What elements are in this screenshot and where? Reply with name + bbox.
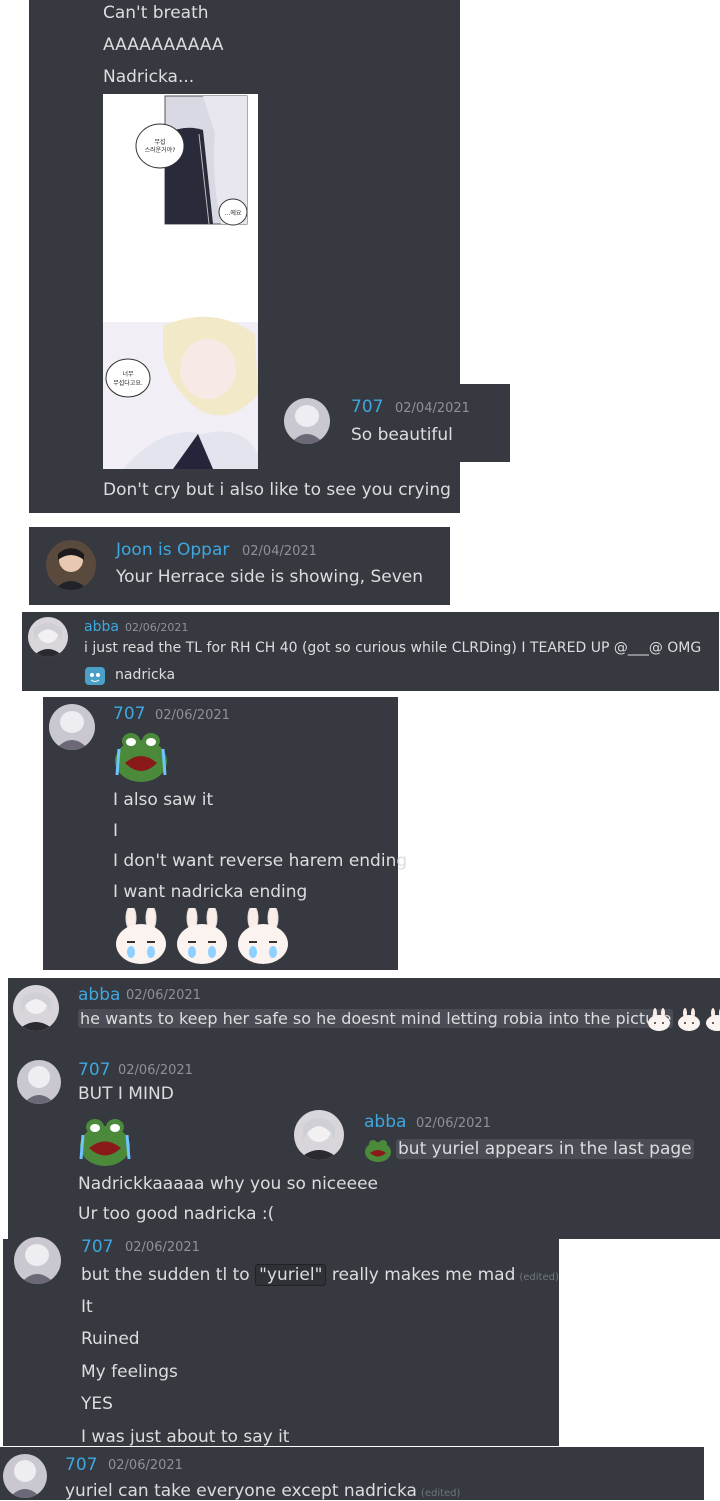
svg-text:무섭다고요.: 무섭다고요. bbox=[113, 379, 143, 387]
message-line: BUT I MIND bbox=[78, 1084, 174, 1104]
avatar[interactable] bbox=[28, 617, 68, 657]
message-line: I also saw it bbox=[113, 790, 214, 810]
bunny-emoji-icon bbox=[677, 1008, 701, 1032]
avatar[interactable] bbox=[13, 985, 59, 1031]
nadricka-emoji-icon bbox=[84, 666, 106, 686]
username[interactable]: abba bbox=[84, 619, 119, 635]
message-line: but yuriel appears in the last page bbox=[396, 1139, 694, 1159]
bunny-emoji-icon bbox=[647, 1008, 671, 1032]
message-line: but the sudden tl to "yuriel" really mak… bbox=[81, 1264, 559, 1286]
message-line: I was just about to say it bbox=[81, 1427, 290, 1447]
message-line: YES bbox=[81, 1394, 113, 1414]
message-line: It bbox=[81, 1297, 93, 1317]
message-line: he wants to keep her safe so he doesnt m… bbox=[78, 1009, 674, 1028]
message-line: I want nadricka ending bbox=[113, 882, 308, 902]
username[interactable]: 707 bbox=[113, 704, 145, 724]
message-text: really makes me mad bbox=[331, 1265, 516, 1285]
timestamp: 02/06/2021 bbox=[126, 988, 201, 1003]
message-line: Don't cry but i also like to see you cry… bbox=[103, 480, 451, 500]
message-line: yuriel can take everyone except nadricka… bbox=[65, 1481, 460, 1501]
crying-bunny-emoji-icon bbox=[174, 908, 230, 966]
message-text: but the sudden tl to bbox=[81, 1265, 250, 1285]
svg-text:무섭: 무섭 bbox=[154, 138, 165, 146]
bunny-emoji-icon bbox=[705, 1008, 720, 1032]
username[interactable]: 707 bbox=[65, 1455, 97, 1475]
timestamp: 02/06/2021 bbox=[108, 1458, 183, 1473]
username[interactable]: 707 bbox=[81, 1237, 113, 1257]
frog-emoji-icon bbox=[364, 1137, 392, 1163]
message-line: My feelings bbox=[81, 1362, 178, 1382]
timestamp: 02/04/2021 bbox=[395, 401, 470, 416]
crying-bunny-emoji-icon bbox=[113, 908, 169, 966]
avatar[interactable] bbox=[46, 540, 96, 590]
avatar[interactable] bbox=[17, 1060, 61, 1104]
timestamp: 02/06/2021 bbox=[125, 621, 189, 634]
message-line: Ur too good nadricka :( bbox=[78, 1204, 275, 1224]
svg-text:...에요: ...에요 bbox=[225, 209, 242, 217]
inline-code: "yuriel" bbox=[255, 1264, 327, 1286]
username[interactable]: 707 bbox=[351, 397, 383, 417]
message-line: So beautiful bbox=[351, 425, 453, 445]
username[interactable]: abba bbox=[78, 985, 120, 1005]
avatar[interactable] bbox=[284, 398, 330, 444]
message-line: AAAAAAAAAA bbox=[103, 35, 224, 55]
timestamp: 02/06/2021 bbox=[125, 1240, 200, 1255]
avatar[interactable] bbox=[294, 1110, 344, 1160]
svg-text:너무: 너무 bbox=[122, 370, 134, 378]
message-text: yuriel can take everyone except nadricka bbox=[65, 1481, 417, 1501]
avatar[interactable] bbox=[3, 1454, 47, 1498]
username[interactable]: Joon is Oppar bbox=[116, 540, 229, 560]
edited-tag: (edited) bbox=[519, 1272, 559, 1283]
timestamp: 02/04/2021 bbox=[242, 544, 317, 559]
manhwa-image-attachment[interactable]: 무섭 스러운거야? ...에요 너무 무섭다고요. bbox=[103, 94, 258, 469]
message-line: Can't breath bbox=[103, 3, 209, 23]
timestamp: 02/06/2021 bbox=[155, 708, 230, 723]
message-line: i just read the TL for RH CH 40 (got so … bbox=[84, 640, 702, 656]
message-line: Nadrickkaaaaa why you so niceeee bbox=[78, 1174, 378, 1194]
crying-bunny-emoji-icon bbox=[235, 908, 291, 966]
crying-frog-emoji-icon bbox=[78, 1113, 133, 1168]
username[interactable]: abba bbox=[364, 1112, 406, 1132]
crying-frog-emoji-icon bbox=[113, 727, 170, 784]
message-line: I don't want reverse harem ending bbox=[113, 851, 408, 871]
timestamp: 02/06/2021 bbox=[118, 1063, 193, 1078]
avatar[interactable] bbox=[49, 704, 95, 750]
timestamp: 02/06/2021 bbox=[416, 1116, 491, 1131]
avatar[interactable] bbox=[14, 1237, 61, 1284]
edited-tag: (edited) bbox=[420, 1488, 461, 1499]
reaction-label: nadricka bbox=[115, 667, 176, 683]
username[interactable]: 707 bbox=[78, 1060, 110, 1080]
message-line: I bbox=[113, 821, 119, 841]
message-line: Ruined bbox=[81, 1329, 140, 1349]
svg-text:스러운거야?: 스러운거야? bbox=[145, 146, 176, 154]
message-line: Nadricka... bbox=[103, 67, 195, 87]
message-line: Your Herrace side is showing, Seven bbox=[116, 567, 424, 587]
